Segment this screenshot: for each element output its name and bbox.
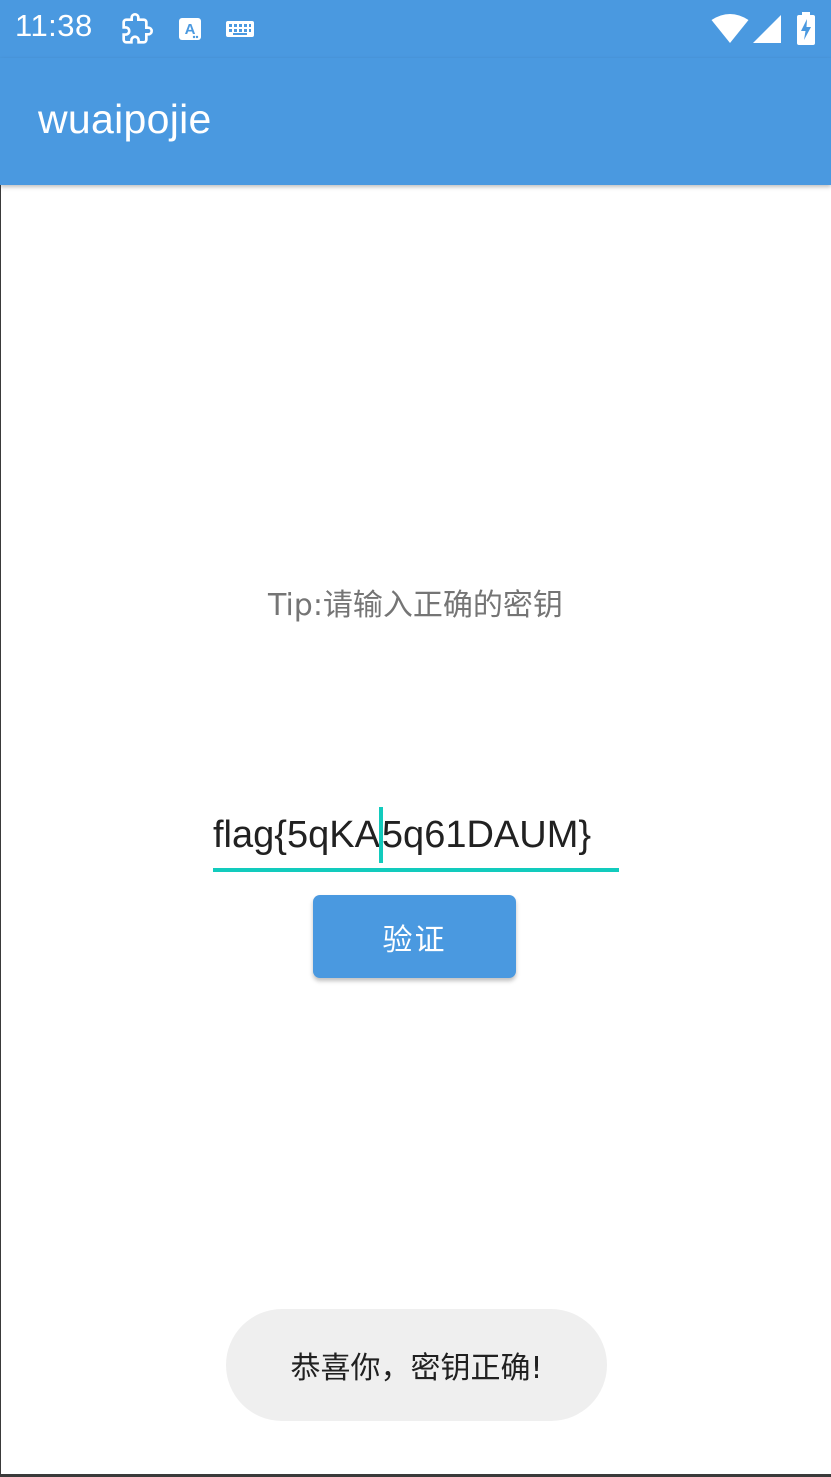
a-badge-icon: A (177, 12, 203, 46)
tip-text: Tip:请输入正确的密钥 (268, 588, 563, 623)
input-text-after-cursor: 5q61DAUM} (381, 813, 592, 856)
wifi-icon (711, 12, 749, 46)
verify-button[interactable]: 验证 (313, 895, 516, 978)
app-screen: 11:38 A wuaipojie Tip:请输入正确的密钥 flag{5qKA… (0, 0, 831, 1477)
keyboard-icon (224, 12, 256, 46)
cellular-signal-icon (752, 12, 782, 46)
app-title: wuaipojie (38, 96, 212, 142)
battery-charging-icon (795, 12, 817, 46)
puzzle-icon (120, 12, 154, 46)
status-bar: 11:38 A (0, 0, 831, 58)
text-cursor (378, 807, 383, 863)
a-badge-letter: A (185, 21, 196, 38)
input-text-before-cursor: flag{5qKA (213, 813, 380, 856)
screen-edge-left (0, 185, 1, 1477)
key-input-field[interactable]: flag{5qKA 5q61DAUM} (213, 800, 619, 874)
input-underline (213, 868, 619, 872)
app-bar: wuaipojie (0, 58, 831, 185)
status-time: 11:38 (15, 8, 93, 43)
key-input-value[interactable]: flag{5qKA 5q61DAUM} (213, 807, 591, 863)
toast-message: 恭喜你，密钥正确! (226, 1309, 607, 1421)
